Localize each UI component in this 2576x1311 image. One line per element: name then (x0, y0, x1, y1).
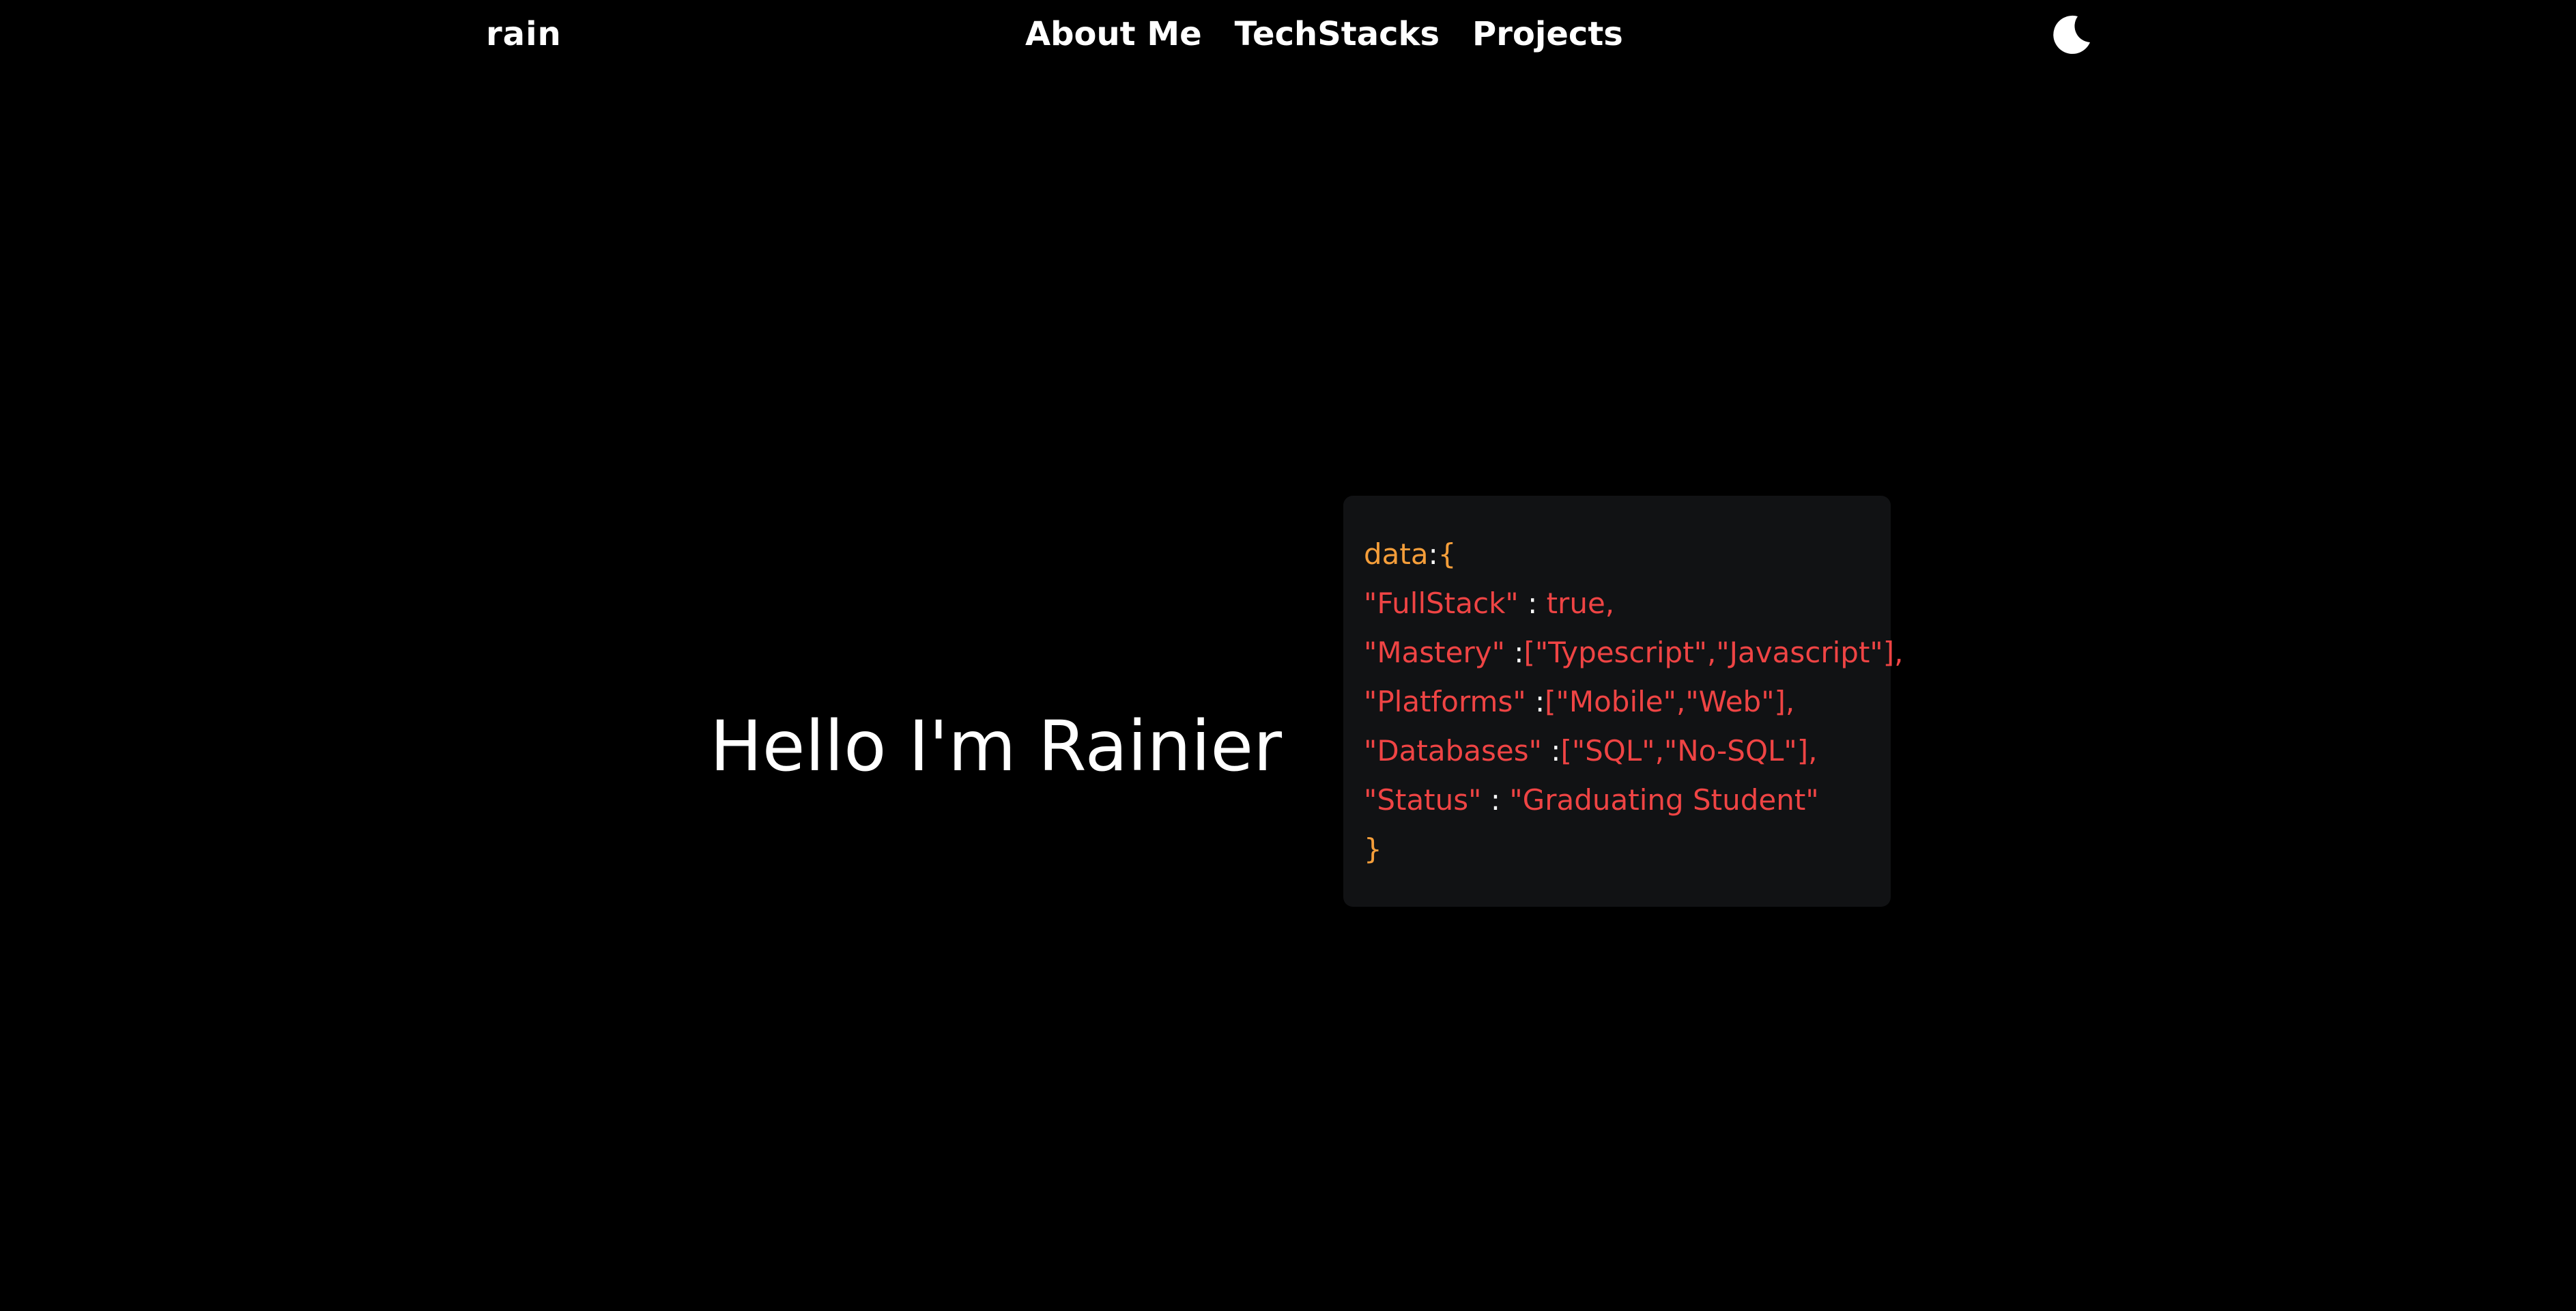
code-value: "Graduating Student" (1509, 783, 1819, 817)
code-close-brace: } (1364, 832, 1382, 866)
nav-link-techstacks[interactable]: TechStacks (1235, 12, 1440, 56)
code-key: "Mastery" (1364, 636, 1505, 669)
nav-link-projects[interactable]: Projects (1472, 12, 1623, 56)
code-line-status: "Status" : "Graduating Student" (1364, 776, 1870, 825)
code-separator: : (1526, 685, 1545, 718)
code-value: ["Mobile","Web"], (1545, 685, 1795, 718)
hero-greeting: Hello I'm Rainier (710, 706, 1283, 788)
code-line-mastery: "Mastery" :["Typescript","Javascript"], (1364, 628, 1903, 677)
code-key: "Platforms" (1364, 685, 1526, 718)
code-value: ["SQL","No-SQL"], (1560, 734, 1818, 767)
nav-link-about-me[interactable]: About Me (1025, 12, 1202, 56)
code-card: data:{ "FullStack" : true, "Mastery" :["… (1343, 496, 1903, 907)
code-line-databases: "Databases" :["SQL","No-SQL"], (1364, 727, 1870, 776)
code-line-platforms: "Platforms" :["Mobile","Web"], (1364, 677, 1870, 727)
code-key: "Status" (1364, 783, 1482, 817)
theme-toggle-button[interactable] (2050, 12, 2094, 56)
code-key-data: data (1364, 537, 1429, 571)
code-separator: : (1518, 587, 1547, 620)
brand-logo[interactable]: rain (486, 12, 562, 56)
code-value: ["Typescript","Javascript"], (1523, 636, 1904, 669)
navbar: rain About Me TechStacks Projects (0, 0, 2576, 68)
code-open-brace: { (1437, 537, 1457, 571)
code-separator: : (1541, 734, 1561, 767)
code-line-open: data:{ (1364, 530, 1870, 579)
moon-icon (2053, 15, 2090, 54)
code-key: "FullStack" (1364, 587, 1519, 620)
code-colon: : (1428, 537, 1438, 571)
code-key: "Databases" (1364, 734, 1542, 767)
code-value: true, (1546, 587, 1615, 620)
code-line-fullstack: "FullStack" : true, (1364, 579, 1870, 628)
code-line-close: } (1364, 825, 1870, 874)
nav-links: About Me TechStacks Projects (1025, 12, 1623, 56)
code-separator: : (1504, 636, 1524, 669)
code-separator: : (1481, 783, 1510, 817)
